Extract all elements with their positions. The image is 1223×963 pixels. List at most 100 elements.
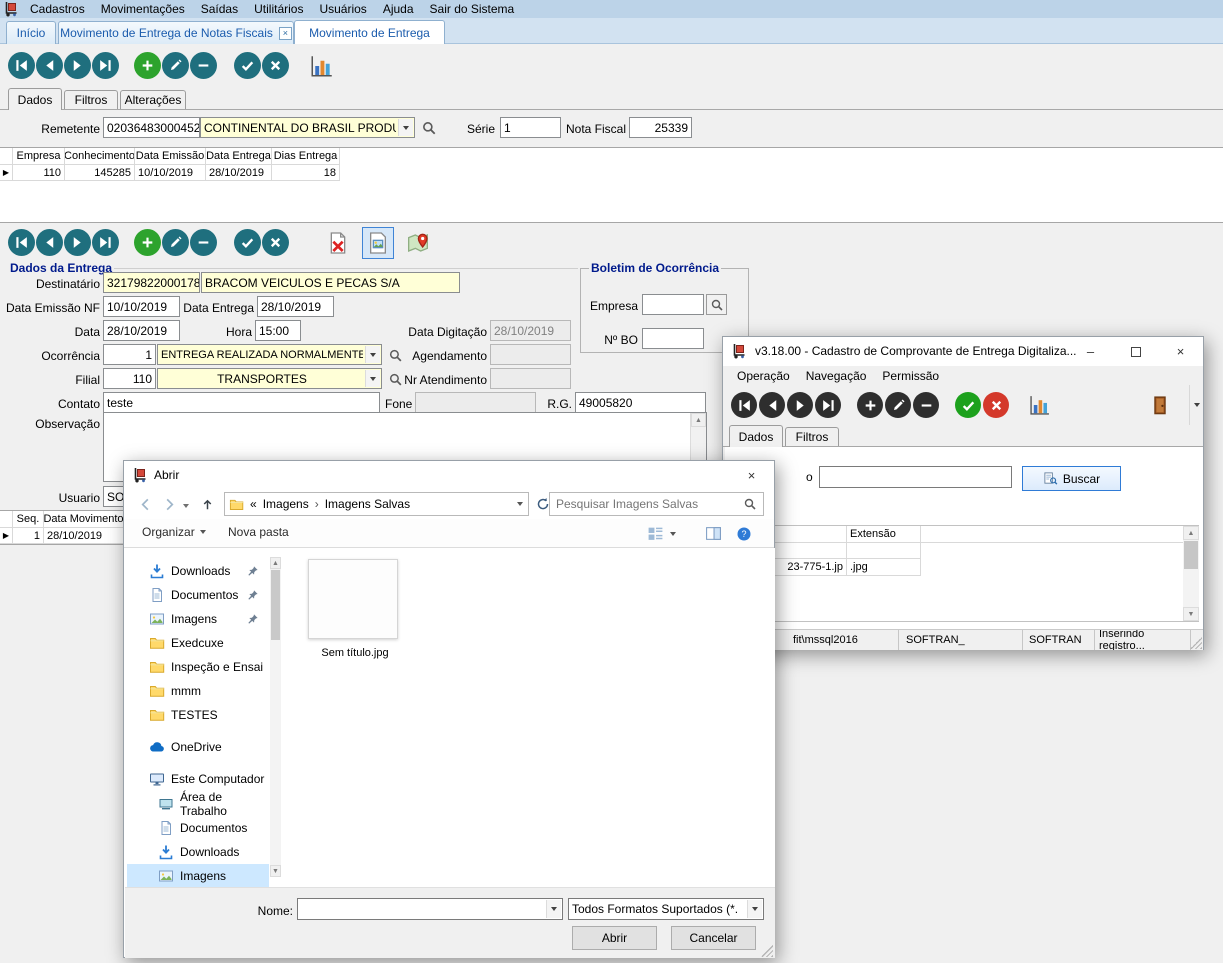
cpr-add-button[interactable]	[857, 392, 883, 418]
menu-cadastros[interactable]: Cadastros	[22, 1, 93, 17]
nav-first-button[interactable]	[8, 52, 35, 79]
cpr-tab-filtros[interactable]: Filtros	[785, 427, 839, 446]
resize-grip[interactable]	[1190, 637, 1202, 649]
filename-combo-arrow-icon[interactable]	[546, 900, 561, 918]
cpr-delete-button[interactable]	[913, 392, 939, 418]
ocorrencia-combo-arrow-icon[interactable]	[365, 346, 380, 363]
sidebar-item-imagens[interactable]: Imagens	[127, 607, 269, 631]
ocorrencia-desc-combo[interactable]: ENTREGA REALIZADA NORMALMENTE	[157, 344, 382, 365]
pin-icon[interactable]	[247, 613, 259, 625]
views-dropdown-button[interactable]	[667, 529, 679, 539]
menu-usuarios[interactable]: Usuários	[311, 1, 374, 17]
filial-desc-combo[interactable]: TRANSPORTES	[157, 368, 382, 389]
breadcrumb-imagens-salvas[interactable]: Imagens Salvas	[325, 497, 410, 511]
tab-movimento-entrega[interactable]: Movimento de Entrega	[294, 20, 445, 44]
recent-locations-button[interactable]	[180, 501, 192, 511]
column-header-seq[interactable]: Seq.	[13, 511, 44, 528]
grid-vertical-scrollbar[interactable]: ▲ ▼	[1183, 526, 1199, 621]
column-header-dias-entrega[interactable]: Dias Entrega	[272, 148, 340, 165]
file-item[interactable]: Sem título.jpg	[295, 556, 415, 666]
back-button[interactable]	[134, 493, 156, 515]
data-field[interactable]: 28/10/2019	[103, 320, 180, 341]
column-header-data-entrega[interactable]: Data Entrega	[206, 148, 272, 165]
table-row[interactable]: 23-775-1.jp .jpg	[730, 559, 1183, 576]
menu-sair[interactable]: Sair do Sistema	[422, 1, 523, 17]
data-entrega-field[interactable]: 28/10/2019	[257, 296, 334, 317]
subtab-dados[interactable]: Dados	[8, 88, 62, 110]
add-button[interactable]	[134, 52, 161, 79]
cpr-nav-next-button[interactable]	[787, 392, 813, 418]
menu-saidas[interactable]: Saídas	[193, 1, 246, 17]
sidebar-item-inspecao[interactable]: Inspeção e Ensai	[127, 655, 269, 679]
delivery-add-button[interactable]	[134, 229, 161, 256]
menu-ajuda[interactable]: Ajuda	[375, 1, 422, 17]
bo-numero-field[interactable]	[642, 328, 704, 349]
contato-field[interactable]: teste	[103, 392, 380, 413]
abrir-button[interactable]: Abrir	[572, 926, 657, 950]
nav-prev-button[interactable]	[36, 52, 63, 79]
scroll-up-icon[interactable]: ▲	[691, 413, 706, 427]
column-header-conhecimento[interactable]: Conhecimento	[65, 148, 135, 165]
scroll-up-icon[interactable]: ▲	[1183, 526, 1199, 540]
comprovante-button[interactable]	[362, 227, 394, 259]
sidebar-item-documentos[interactable]: Documentos	[127, 583, 269, 607]
column-header-data-emissao[interactable]: Data Emissão	[135, 148, 206, 165]
ocorrencia-search-button[interactable]	[385, 345, 405, 365]
menu-permissao[interactable]: Permissão	[874, 368, 947, 384]
subtab-alteracoes[interactable]: Alterações	[120, 90, 186, 109]
sidebar-item-documentos-2[interactable]: Documentos	[127, 816, 269, 840]
remetente-combo-arrow-icon[interactable]	[398, 119, 413, 136]
views-button[interactable]	[644, 524, 666, 543]
scroll-up-icon[interactable]: ▲	[270, 557, 281, 569]
cpr-chart-button[interactable]	[1025, 390, 1055, 420]
maximize-button[interactable]	[1113, 337, 1158, 366]
cpr-edit-button[interactable]	[885, 392, 911, 418]
delivery-nav-last-button[interactable]	[92, 229, 119, 256]
search-icon[interactable]	[743, 497, 757, 511]
serie-field[interactable]: 1	[500, 117, 561, 138]
map-button[interactable]	[402, 227, 434, 259]
cpr-nav-first-button[interactable]	[731, 392, 757, 418]
remetente-desc-combo[interactable]: CONTINENTAL DO BRASIL PRODUTOS A	[200, 117, 415, 138]
resize-grip[interactable]	[761, 945, 773, 957]
column-header-data-movimento[interactable]: Data Movimento	[44, 511, 124, 528]
nova-pasta-button[interactable]: Nova pasta	[228, 525, 289, 539]
cancelar-button[interactable]: Cancelar	[671, 926, 756, 950]
nav-next-button[interactable]	[64, 52, 91, 79]
nav-last-button[interactable]	[92, 52, 119, 79]
hora-field[interactable]: 15:00	[255, 320, 301, 341]
sidebar-item-imagens-selected[interactable]: Imagens	[127, 864, 269, 888]
tab-inicio[interactable]: Início	[6, 21, 56, 44]
pin-icon[interactable]	[247, 565, 259, 577]
filename-combo[interactable]	[297, 898, 563, 920]
filetype-combo-arrow-icon[interactable]	[747, 900, 762, 918]
cpr-search-field[interactable]	[819, 466, 1012, 488]
organizar-button[interactable]: Organizar	[142, 525, 206, 539]
column-header-empresa[interactable]: Empresa	[13, 148, 65, 165]
confirm-button[interactable]	[234, 52, 261, 79]
menu-utilitarios[interactable]: Utilitários	[246, 1, 311, 17]
cpr-nav-prev-button[interactable]	[759, 392, 785, 418]
delivery-cancel-button[interactable]	[262, 229, 289, 256]
table-row[interactable]: ▶ 110 145285 10/10/2019 28/10/2019 18	[0, 165, 340, 181]
cancel-button[interactable]	[262, 52, 289, 79]
scroll-thumb[interactable]	[271, 570, 280, 640]
sidebar-item-mmm[interactable]: mmm	[127, 679, 269, 703]
sidebar-item-area-de-trabalho[interactable]: Área de Trabalho	[127, 792, 269, 816]
sidebar-item-testes[interactable]: TESTES	[127, 703, 269, 727]
comprovante-titlebar[interactable]: v3.18.00 - Cadastro de Comprovante de En…	[723, 337, 1203, 366]
destinatario-code-field[interactable]: 32179822000178	[103, 272, 200, 293]
address-dropdown-button[interactable]	[512, 493, 528, 515]
pin-icon[interactable]	[247, 589, 259, 601]
nota-fiscal-field[interactable]: 25339	[629, 117, 692, 138]
edit-button[interactable]	[162, 52, 189, 79]
menu-movimentacoes[interactable]: Movimentações	[93, 1, 193, 17]
breadcrumb-imagens[interactable]: Imagens	[263, 497, 309, 511]
scroll-down-icon[interactable]: ▼	[1183, 607, 1199, 621]
breadcrumb-prefix[interactable]: «	[250, 497, 257, 511]
bo-empresa-field[interactable]	[642, 294, 704, 315]
delivery-confirm-button[interactable]	[234, 229, 261, 256]
remetente-code-field[interactable]: 02036483000452	[103, 117, 200, 138]
search-input[interactable]	[550, 497, 743, 511]
tab-movimento-notas[interactable]: Movimento de Entrega de Notas Fiscais ×	[58, 21, 294, 44]
